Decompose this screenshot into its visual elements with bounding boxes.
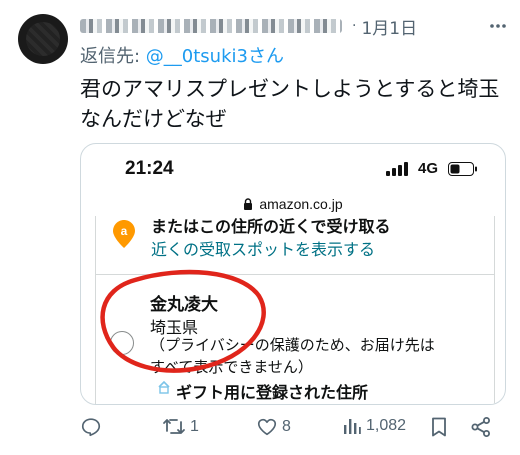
pickup-spots-link[interactable]: 近くの受取スポットを表示する (151, 236, 375, 260)
divider (96, 274, 494, 275)
gift-icon (158, 380, 170, 394)
address-radio-button[interactable] (110, 331, 134, 355)
separator-dot: · (352, 18, 357, 34)
reply-to-prefix: 返信先: (80, 46, 146, 67)
views-button[interactable]: 1,082 (342, 416, 406, 436)
share-button[interactable] (470, 416, 492, 438)
tweet-text: 君のアマリスプレゼントしようとすると埼玉 なんだけどなぜ (80, 74, 510, 134)
signal-strength-icon (386, 162, 408, 176)
retweet-count: 1 (190, 418, 199, 435)
bookmark-icon (432, 417, 446, 437)
amazon-pickup-pin-icon: a (113, 220, 135, 248)
avatar[interactable] (18, 14, 68, 64)
pickup-title: またはこの住所の近くで受け取る (151, 217, 391, 236)
tweet-header: · 1月1日 (80, 14, 510, 39)
heart-icon (257, 418, 277, 436)
author-name-redacted[interactable] (80, 19, 342, 33)
privacy-note: （プライバシーの保護のため、お届け先は すべて表示できません） (150, 334, 480, 378)
bookmark-button[interactable] (429, 416, 449, 438)
gift-address-label: ギフト用に登録された住所 (176, 383, 369, 402)
more-options-icon[interactable] (486, 14, 510, 38)
tweet-text-line-2: なんだけどなぜ (80, 107, 227, 131)
retweet-icon (163, 419, 185, 434)
reply-to-mention-link[interactable]: @__0tsuki3さん (146, 46, 284, 67)
tweet-date[interactable]: 1月1日 (361, 14, 417, 39)
network-type: 4G (418, 160, 439, 177)
reply-to-line: 返信先: @__0tsuki3さん (80, 42, 284, 68)
like-button[interactable]: 8 (256, 416, 291, 438)
svg-text:a: a (121, 224, 128, 238)
lock-icon (244, 198, 253, 210)
attached-screenshot[interactable]: 21:24 4G amazon.co.jp a またはこの住所の近くで受け取る … (80, 143, 506, 405)
privacy-note-line-1: （プライバシーの保護のため、お届け先は (150, 336, 435, 354)
reply-button[interactable] (80, 416, 102, 438)
reply-icon (81, 418, 101, 437)
battery-icon (448, 162, 477, 176)
tweet-text-line-1: 君のアマリスプレゼントしようとすると埼玉 (80, 77, 500, 101)
views-count: 1,082 (366, 417, 407, 434)
analytics-icon (344, 419, 361, 434)
like-count: 8 (282, 418, 291, 435)
phone-status-bar: 21:24 4G (81, 144, 505, 192)
tweet-actions-bar: 1 8 1,082 (80, 414, 510, 444)
share-icon (471, 417, 490, 437)
status-time: 21:24 (125, 158, 174, 179)
url-text: amazon.co.jp (259, 196, 343, 212)
delivery-address-card: a またはこの住所の近くで受け取る 近くの受取スポットを表示する 金丸凌大 埼玉… (95, 216, 495, 404)
recipient-name: 金丸凌大 (150, 295, 218, 315)
retweet-button[interactable]: 1 (162, 416, 199, 438)
privacy-note-line-2: すべて表示できません） (150, 358, 313, 376)
